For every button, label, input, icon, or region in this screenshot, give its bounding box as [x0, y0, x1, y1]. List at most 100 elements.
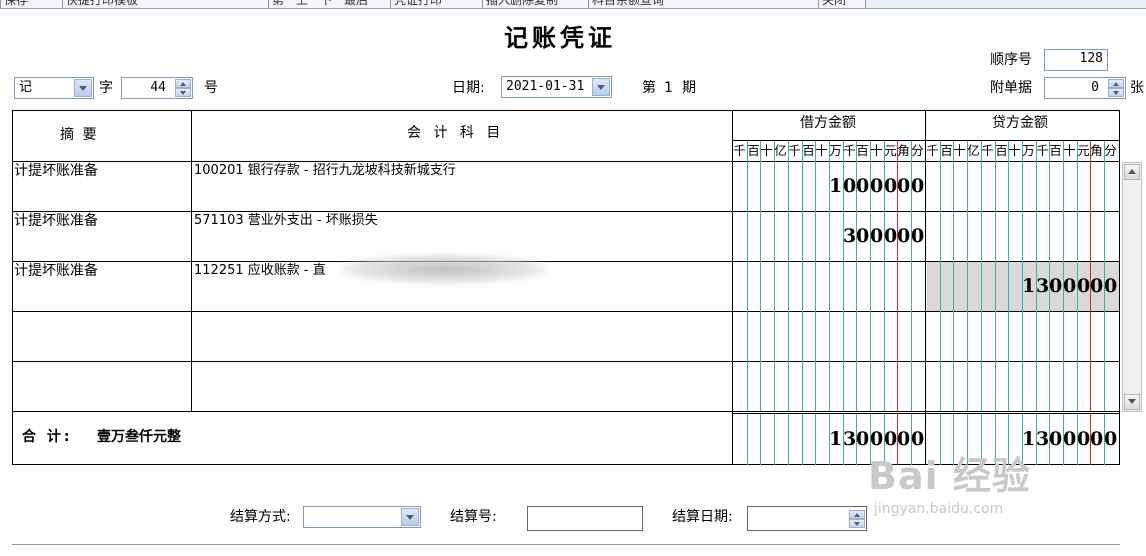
- total-words: 壹万叁仟元整: [97, 429, 181, 445]
- credit-digit: 0: [1063, 275, 1077, 297]
- row-account[interactable]: 112251 应收账款 - 直: [194, 262, 326, 280]
- unit-label: 万: [829, 143, 842, 158]
- toolbar-button[interactable]: 凭证打印: [390, 0, 486, 8]
- scroll-down-icon[interactable]: [1124, 394, 1140, 410]
- voucher-title: 记账凭证: [504, 23, 616, 52]
- unit-label: 百: [747, 143, 760, 158]
- credit-digit: 1: [1022, 275, 1036, 297]
- settlement-date-input[interactable]: [747, 506, 867, 531]
- privacy-blur: [338, 254, 550, 284]
- debit-digit: 0: [843, 175, 857, 197]
- total-debit-digit: 0: [911, 428, 925, 450]
- scroll-up-icon[interactable]: [1124, 164, 1140, 180]
- attachments-unit: 张: [1130, 80, 1144, 96]
- voucher-type-select[interactable]: 记: [14, 77, 94, 99]
- settlement-method-label: 结算方式:: [230, 509, 291, 525]
- vertical-scrollbar[interactable]: [1122, 162, 1142, 412]
- row-divider: [12, 411, 1120, 412]
- debit-grid: [815, 414, 816, 465]
- col-divider: [925, 110, 926, 465]
- spin-down-icon[interactable]: [1108, 88, 1124, 97]
- row-account[interactable]: 100201 银行存款 - 招行九龙坡科技新城支行: [194, 162, 456, 180]
- unit-label: 分: [911, 143, 924, 158]
- watermark-url: jingyan.baidu.com: [874, 501, 1004, 517]
- spin-down-icon[interactable]: [849, 519, 865, 528]
- debit-digit: 0: [884, 225, 898, 247]
- spin-up-icon[interactable]: [175, 79, 191, 88]
- unit-label: 十: [1008, 143, 1021, 158]
- unit-label: 千: [981, 143, 994, 158]
- spin-up-icon[interactable]: [849, 510, 865, 519]
- debit-grid: [760, 141, 761, 411]
- header-debit: 借方金额: [800, 115, 856, 131]
- toolbar-button[interactable]: 科目余额查询: [588, 0, 822, 8]
- debit-digit: 0: [870, 225, 884, 247]
- spin-buttons[interactable]: [1108, 79, 1124, 97]
- header-credit: 贷方金额: [992, 115, 1048, 131]
- credit-digit: 0: [1077, 275, 1091, 297]
- sequence-input[interactable]: 128: [1044, 49, 1108, 71]
- header-account: 会 计 科 目: [407, 125, 505, 141]
- spin-buttons[interactable]: [849, 510, 865, 528]
- unit-label: 千: [926, 143, 939, 158]
- total-debit-digit: 3: [843, 428, 857, 450]
- unit-label: 元: [884, 143, 897, 158]
- debit-grid: [760, 414, 761, 465]
- spin-buttons[interactable]: [175, 79, 191, 97]
- total-credit-digit: 0: [1049, 428, 1063, 450]
- toolbar-button[interactable]: 快捷打印模板: [62, 0, 272, 8]
- unit-label: 角: [897, 143, 910, 158]
- row-account[interactable]: 571103 营业外支出 - 坏账损失: [194, 212, 378, 230]
- total-credit-digit: 0: [1090, 428, 1104, 450]
- unit-label: 千: [788, 143, 801, 158]
- debit-digit: 0: [897, 175, 911, 197]
- credit-grid: [940, 141, 941, 411]
- settlement-number-label: 结算号:: [450, 509, 497, 525]
- header-summary: 摘 要: [60, 127, 99, 143]
- total-debit-digit: 0: [897, 428, 911, 450]
- unit-label: 万: [1022, 143, 1035, 158]
- row-summary[interactable]: 计提坏账准备: [14, 262, 98, 280]
- voucher-number-stepper[interactable]: 44: [121, 77, 193, 99]
- unit-label: 百: [802, 143, 815, 158]
- attachments-stepper[interactable]: 0: [1044, 77, 1126, 99]
- unit-label: 千: [1036, 143, 1049, 158]
- toolbar-button[interactable]: 关闭: [818, 0, 866, 8]
- total-credit-digit: 0: [1077, 428, 1091, 450]
- total-credit-digit: 1: [1022, 428, 1036, 450]
- credit-digit: 0: [1049, 275, 1063, 297]
- settlement-method-select[interactable]: [303, 506, 421, 528]
- date-value: 2021-01-31: [506, 79, 585, 94]
- row-summary[interactable]: 计提坏账准备: [14, 212, 98, 230]
- attachments-value: 0: [1091, 80, 1099, 95]
- attachments-label: 附单据: [990, 80, 1032, 96]
- credit-digit: 3: [1036, 275, 1050, 297]
- chevron-down-icon[interactable]: [74, 79, 92, 97]
- credit-grid: [953, 141, 954, 411]
- unit-label: 元: [1077, 143, 1090, 158]
- unit-label: 十: [953, 143, 966, 158]
- spin-up-icon[interactable]: [1108, 79, 1124, 88]
- voucher-type-value: 记: [19, 80, 33, 95]
- debit-digit: 0: [897, 225, 911, 247]
- toolbar-button[interactable]: 插入删除复制: [482, 0, 592, 8]
- credit-grid: [981, 141, 982, 411]
- period-value: 1: [664, 80, 673, 96]
- toolbar-button[interactable]: 保存: [0, 0, 66, 8]
- spin-down-icon[interactable]: [175, 88, 191, 97]
- unit-label: 十: [1063, 143, 1076, 158]
- debit-digit: 0: [870, 175, 884, 197]
- row-summary[interactable]: 计提坏账准备: [14, 162, 98, 180]
- credit-digit: 0: [1104, 275, 1118, 297]
- chevron-down-icon[interactable]: [401, 508, 419, 526]
- debit-digit: 3: [843, 225, 857, 247]
- debit-digit: 0: [911, 175, 925, 197]
- chevron-down-icon[interactable]: [592, 78, 610, 96]
- date-picker[interactable]: 2021-01-31: [501, 76, 612, 98]
- credit-grid: [1008, 141, 1009, 411]
- settlement-number-input[interactable]: [527, 506, 643, 531]
- unit-label: 百: [856, 143, 869, 158]
- col-divider: [732, 110, 733, 465]
- total-credit-digit: 0: [1104, 428, 1118, 450]
- toolbar-button[interactable]: 第一上一下一最后: [268, 0, 394, 8]
